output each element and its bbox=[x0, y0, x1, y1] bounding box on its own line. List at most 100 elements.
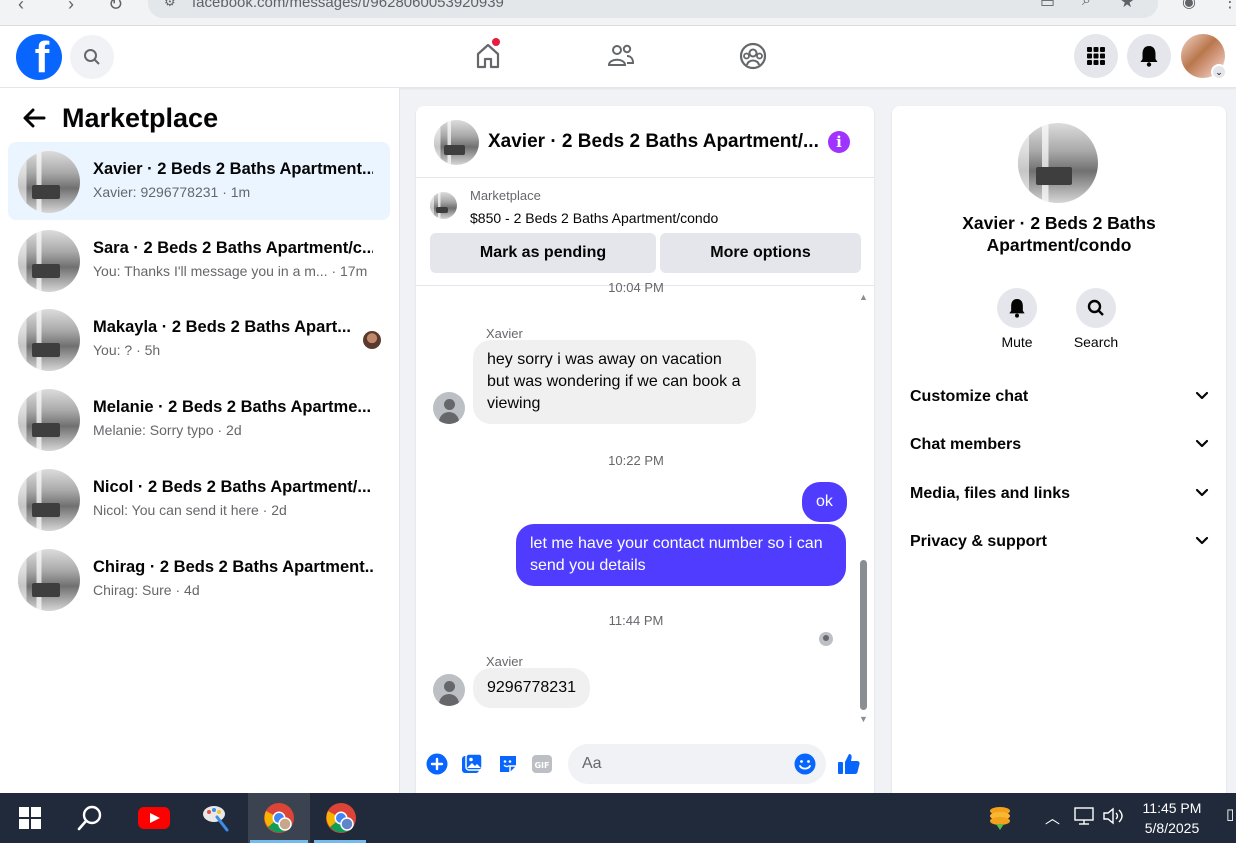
conversation-preview: Xavier: 9296778231 · 1m bbox=[93, 184, 251, 200]
notification-dot bbox=[492, 38, 500, 46]
address-bar[interactable]: ⚙ facebook.com/messages/t/96280600539209… bbox=[148, 0, 1158, 18]
paint-icon bbox=[203, 806, 229, 832]
conversation-preview: You: Thanks I'll message you in a m... ·… bbox=[93, 263, 368, 279]
scroll-up-icon[interactable]: ▲ bbox=[859, 292, 868, 302]
mute-button[interactable]: Mute bbox=[977, 288, 1057, 350]
back-icon[interactable]: ‹ bbox=[18, 0, 24, 15]
nav-groups[interactable] bbox=[733, 36, 773, 76]
listing-thumbnail bbox=[18, 389, 80, 451]
profile-icon[interactable]: ◉ bbox=[1182, 0, 1196, 12]
chat-members-section[interactable]: Chat members bbox=[910, 436, 1210, 466]
menu-button[interactable] bbox=[1074, 34, 1118, 78]
clock-date: 5/8/2025 bbox=[1144, 820, 1200, 836]
nav-home[interactable] bbox=[468, 36, 508, 76]
conversation-item[interactable]: Makayla · 2 Beds 2 Baths Apart... You: ?… bbox=[8, 300, 390, 378]
chrome-icon bbox=[326, 803, 356, 833]
sender-name: Xavier bbox=[486, 326, 523, 341]
conversation-name: Xavier · 2 Beds 2 Baths Apartment/condo bbox=[962, 213, 1156, 255]
tray-app-icon[interactable] bbox=[980, 798, 1020, 838]
customize-chat-section[interactable]: Customize chat bbox=[910, 388, 1210, 418]
add-button[interactable] bbox=[425, 752, 449, 776]
facebook-logo[interactable]: f bbox=[16, 34, 62, 80]
install-icon[interactable]: ▭ bbox=[1040, 0, 1055, 12]
message-composer: GIF Aa bbox=[416, 738, 874, 794]
home-icon bbox=[476, 43, 500, 69]
bookmark-star-icon[interactable]: ★ bbox=[1120, 0, 1134, 12]
plus-circle-icon bbox=[426, 753, 448, 775]
system-clock[interactable]: 11:45 PM 5/8/2025 bbox=[1128, 798, 1216, 838]
chrome-app[interactable] bbox=[321, 798, 361, 838]
paint-app[interactable] bbox=[196, 798, 236, 838]
more-options-button[interactable]: More options bbox=[660, 233, 861, 273]
back-arrow-icon[interactable] bbox=[22, 107, 46, 129]
sticker-button[interactable] bbox=[496, 752, 520, 776]
conversation-preview: Chirag: Sure · 4d bbox=[93, 582, 200, 598]
nav-friends[interactable] bbox=[601, 36, 641, 76]
listing-label: Marketplace bbox=[470, 188, 541, 203]
chevron-down-icon bbox=[1195, 536, 1209, 545]
info-icon[interactable]: i bbox=[828, 131, 850, 153]
conversation-item[interactable]: Sara · 2 Beds 2 Baths Apartment/c... You… bbox=[8, 221, 390, 299]
timestamp: 10:22 PM bbox=[608, 453, 664, 468]
chat-avatar[interactable] bbox=[434, 120, 479, 165]
browser-toolbar: ‹ › ↻ ⚙ facebook.com/messages/t/96280600… bbox=[0, 0, 1236, 26]
timestamp: 11:44 PM bbox=[608, 613, 664, 628]
sender-avatar bbox=[433, 674, 465, 706]
listing-avatar bbox=[1018, 123, 1098, 203]
start-button[interactable] bbox=[10, 798, 50, 838]
chat-header: Xavier · 2 Beds 2 Baths Apartment/... i bbox=[416, 106, 874, 178]
incoming-message[interactable]: hey sorry i was away on vacation but was… bbox=[473, 340, 756, 424]
chevron-down-icon bbox=[1195, 488, 1209, 497]
outgoing-message[interactable]: let me have your contact number so i can… bbox=[516, 524, 846, 586]
message-input[interactable]: Aa bbox=[568, 744, 826, 784]
chevron-up-icon[interactable]: ︿ bbox=[1045, 807, 1060, 828]
media-files-links-section[interactable]: Media, files and links bbox=[910, 485, 1210, 515]
sticker-icon bbox=[500, 756, 516, 772]
chrome-app-active[interactable] bbox=[259, 798, 299, 838]
conversation-item[interactable]: Chirag · 2 Beds 2 Baths Apartment... Chi… bbox=[8, 540, 390, 618]
bell-icon bbox=[1009, 299, 1025, 318]
kebab-menu-icon[interactable]: ⋮ bbox=[1222, 0, 1236, 12]
mark-as-pending-button[interactable]: Mark as pending bbox=[430, 233, 656, 273]
search-label: Search bbox=[1073, 334, 1119, 350]
chat-window: Xavier · 2 Beds 2 Baths Apartment/... i … bbox=[416, 106, 874, 794]
incoming-message[interactable]: 9296778231 bbox=[473, 668, 590, 708]
section-label: Customize chat bbox=[910, 388, 1029, 405]
forward-icon[interactable]: › bbox=[68, 0, 74, 15]
timestamp: 10:04 PM bbox=[608, 280, 664, 295]
zoom-icon[interactable]: ⌕ bbox=[1082, 0, 1091, 10]
mute-label: Mute bbox=[1001, 334, 1033, 350]
notifications-button[interactable] bbox=[1127, 34, 1171, 78]
volume-icon[interactable] bbox=[1102, 807, 1126, 829]
scroll-down-icon[interactable]: ▼ bbox=[859, 714, 868, 724]
reload-icon[interactable]: ↻ bbox=[108, 0, 123, 15]
marketplace-sidebar: Marketplace Xavier · 2 Beds 2 Baths Apar… bbox=[0, 88, 400, 794]
listing-price[interactable]: $850 - 2 Beds 2 Baths Apartment/condo bbox=[470, 210, 718, 226]
chat-title[interactable]: Xavier · 2 Beds 2 Baths Apartment/... bbox=[488, 131, 819, 153]
search-in-conversation-button[interactable]: Search bbox=[1056, 288, 1136, 350]
search-button[interactable] bbox=[70, 798, 110, 838]
privacy-support-section[interactable]: Privacy & support bbox=[910, 533, 1210, 563]
gif-button[interactable]: GIF bbox=[530, 752, 554, 776]
emoji-icon[interactable] bbox=[794, 753, 816, 775]
network-icon[interactable] bbox=[1074, 807, 1096, 829]
youtube-app[interactable] bbox=[134, 798, 174, 838]
conversation-name: Xavier · 2 Beds 2 Baths Apartment... bbox=[93, 160, 373, 178]
groups-icon bbox=[739, 42, 767, 70]
scrollbar-thumb[interactable] bbox=[860, 560, 867, 710]
listing-thumbnail bbox=[18, 549, 80, 611]
profile-avatar[interactable]: ⌄ bbox=[1181, 34, 1227, 80]
conversation-preview: You: ? · 5h bbox=[93, 342, 161, 358]
photo-button[interactable] bbox=[460, 752, 484, 776]
conversation-item[interactable]: Xavier · 2 Beds 2 Baths Apartment... Xav… bbox=[8, 142, 390, 220]
conversation-item[interactable]: Nicol · 2 Beds 2 Baths Apartment/... Nic… bbox=[8, 460, 390, 538]
outgoing-message[interactable]: ok bbox=[802, 482, 847, 522]
section-label: Chat members bbox=[910, 436, 1022, 453]
site-info-icon[interactable]: ⚙ bbox=[164, 0, 176, 10]
like-button[interactable] bbox=[837, 752, 861, 776]
chevron-down-icon bbox=[1195, 391, 1209, 400]
search-button[interactable] bbox=[70, 35, 114, 79]
conversation-item[interactable]: Melanie · 2 Beds 2 Baths Apartme... Mela… bbox=[8, 380, 390, 458]
conversation-name: Chirag · 2 Beds 2 Baths Apartment... bbox=[93, 558, 373, 576]
notification-center-icon[interactable]: ▯ bbox=[1226, 805, 1234, 823]
